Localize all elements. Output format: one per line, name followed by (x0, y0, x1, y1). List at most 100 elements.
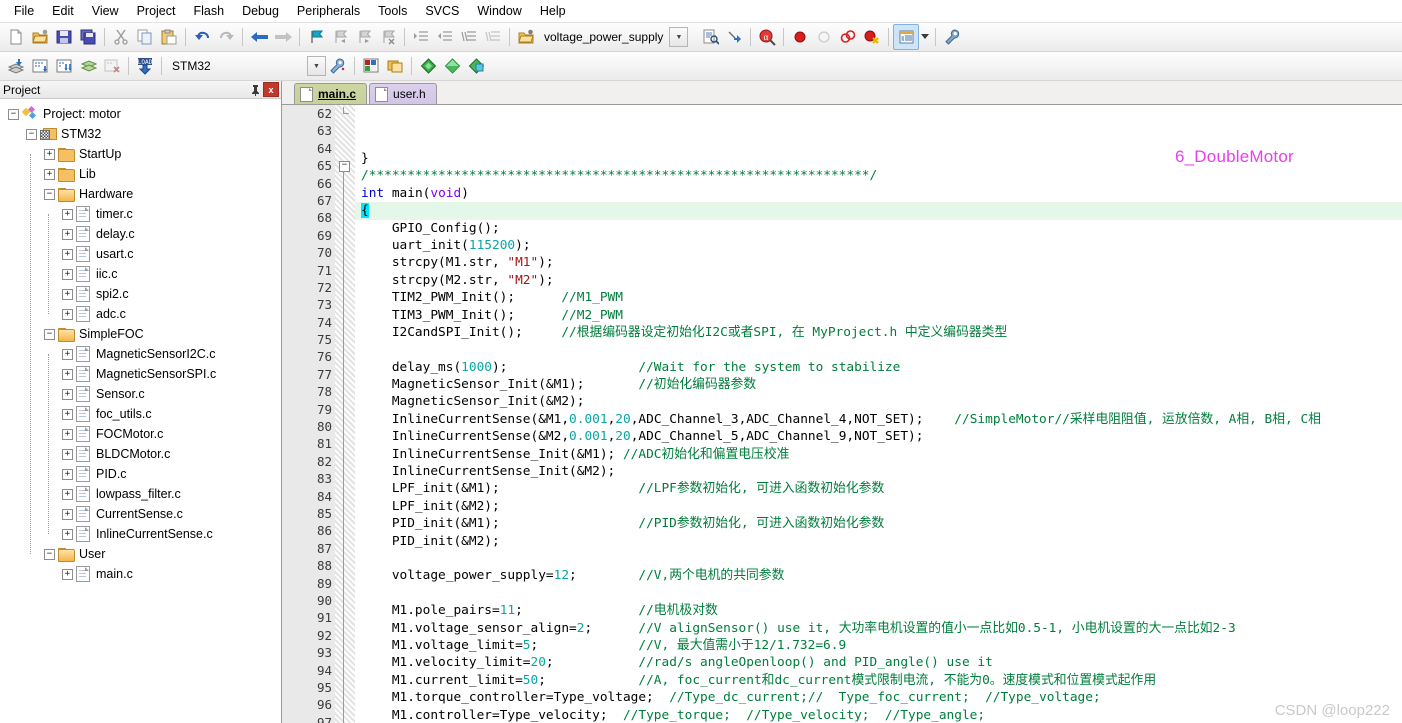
code-editor[interactable]: 6263646566676869707172737475767778798081… (282, 104, 1402, 723)
navigate-forward-icon[interactable] (271, 25, 295, 49)
expand-icon[interactable]: + (62, 369, 73, 380)
manage-components-icon[interactable] (359, 54, 383, 78)
code-line[interactable]: M1.voltage_sensor_align=2; //V alignSens… (355, 620, 1402, 637)
open-file-icon[interactable] (28, 25, 52, 49)
menu-edit[interactable]: Edit (43, 2, 83, 20)
configuration-wizard-icon[interactable] (940, 25, 964, 49)
code-line[interactable]: { (355, 202, 1402, 219)
copy-icon[interactable] (133, 25, 157, 49)
tree-item-startup[interactable]: +StartUp (0, 144, 281, 164)
code-line[interactable] (355, 550, 1402, 567)
tree-item-foc-utils-c[interactable]: +foc_utils.c (0, 404, 281, 424)
tree-item-sensor-c[interactable]: +Sensor.c (0, 384, 281, 404)
expand-icon[interactable]: + (62, 269, 73, 280)
menu-tools[interactable]: Tools (369, 2, 416, 20)
tree-item-main-c[interactable]: +main.c (0, 564, 281, 584)
tree-item-focmotor-c[interactable]: +FOCMotor.c (0, 424, 281, 444)
tree-item-spi2-c[interactable]: +spi2.c (0, 284, 281, 304)
tree-item-simplefoc[interactable]: −SimpleFOC (0, 324, 281, 344)
bookmark-clear-icon[interactable] (376, 25, 400, 49)
code-line[interactable]: M1.torque_controller=Type_voltage; //Typ… (355, 689, 1402, 706)
collapse-icon[interactable]: − (44, 549, 55, 560)
expand-icon[interactable]: + (62, 569, 73, 580)
code-line[interactable]: delay_ms(1000); //Wait for the system to… (355, 359, 1402, 376)
browse-symbol-icon[interactable]: α (755, 25, 779, 49)
uncomment-icon[interactable] (481, 25, 505, 49)
target-combo-arrow[interactable]: ▼ (307, 56, 326, 76)
tree-item-bldcmotor-c[interactable]: +BLDCMotor.c (0, 444, 281, 464)
expand-icon[interactable]: + (62, 349, 73, 360)
code-line[interactable] (355, 341, 1402, 358)
disable-all-breakpoints-icon[interactable] (860, 25, 884, 49)
editor-fold-column[interactable]: − (335, 105, 355, 723)
find-in-files-icon[interactable] (698, 25, 722, 49)
tab-main-c[interactable]: main.c (294, 83, 367, 104)
stop-build-icon[interactable] (100, 54, 124, 78)
tree-item-lowpass-filter-c[interactable]: +lowpass_filter.c (0, 484, 281, 504)
code-line[interactable]: strcpy(M2.str, "M2"); (355, 272, 1402, 289)
code-line[interactable]: int main(void) (355, 185, 1402, 202)
tree-item-lib[interactable]: +Lib (0, 164, 281, 184)
collapse-icon[interactable]: − (26, 129, 37, 140)
menu-project[interactable]: Project (128, 2, 185, 20)
outdent-icon[interactable] (433, 25, 457, 49)
tab-user-h[interactable]: user.h (369, 83, 437, 104)
tree-item-stm32[interactable]: −STM32 (0, 124, 281, 144)
code-line[interactable] (355, 585, 1402, 602)
expand-icon[interactable]: + (62, 509, 73, 520)
paste-icon[interactable] (157, 25, 181, 49)
expand-icon[interactable]: + (62, 469, 73, 480)
undo-icon[interactable] (190, 25, 214, 49)
bookmark-prev-icon[interactable] (328, 25, 352, 49)
disable-breakpoint-icon[interactable] (812, 25, 836, 49)
manage-runtime-icon[interactable] (416, 54, 440, 78)
expand-icon[interactable]: + (62, 529, 73, 540)
find-combo[interactable]: voltage_power_supply ▼ (538, 27, 698, 48)
menu-svcs[interactable]: SVCS (416, 2, 468, 20)
project-window-dropdown-icon[interactable] (919, 25, 931, 49)
tree-item-inlinecurrentsense-c[interactable]: +InlineCurrentSense.c (0, 524, 281, 544)
menu-view[interactable]: View (83, 2, 128, 20)
code-line[interactable]: M1.velocity_limit=20; //rad/s angleOpenl… (355, 654, 1402, 671)
tree-item-pid-c[interactable]: +PID.c (0, 464, 281, 484)
pin-icon[interactable] (248, 82, 263, 97)
expand-icon[interactable]: + (62, 489, 73, 500)
tree-item-project-motor[interactable]: −Project: motor (0, 104, 281, 124)
expand-icon[interactable]: + (62, 389, 73, 400)
indent-icon[interactable] (409, 25, 433, 49)
project-tree[interactable]: −Project: motor−STM32+StartUp+Lib−Hardwa… (0, 99, 281, 723)
code-line[interactable]: M1.voltage_limit=5; //V, 最大值需小于12/1.732=… (355, 637, 1402, 654)
menu-help[interactable]: Help (531, 2, 575, 20)
redo-icon[interactable] (214, 25, 238, 49)
code-line[interactable]: MagneticSensor_Init(&M1); //初始化编码器参数 (355, 376, 1402, 393)
code-line[interactable]: strcpy(M1.str, "M1"); (355, 254, 1402, 271)
expand-icon[interactable]: + (62, 229, 73, 240)
expand-icon[interactable]: + (62, 209, 73, 220)
rebuild-icon[interactable] (52, 54, 76, 78)
code-line[interactable]: InlineCurrentSense_Init(&M2); (355, 463, 1402, 480)
tree-item-user[interactable]: −User (0, 544, 281, 564)
project-window-icon[interactable] (893, 24, 919, 50)
expand-icon[interactable]: + (62, 449, 73, 460)
tree-item-currentsense-c[interactable]: +CurrentSense.c (0, 504, 281, 524)
tree-item-magneticsensori2c-c[interactable]: +MagneticSensorI2C.c (0, 344, 281, 364)
tree-item-magneticsensorspi-c[interactable]: +MagneticSensorSPI.c (0, 364, 281, 384)
goto-definition-icon[interactable] (722, 25, 746, 49)
navigate-back-icon[interactable] (247, 25, 271, 49)
expand-icon[interactable]: + (62, 249, 73, 260)
expand-icon[interactable]: + (62, 289, 73, 300)
tree-item-delay-c[interactable]: +delay.c (0, 224, 281, 244)
code-line[interactable]: PID_init(&M2); (355, 533, 1402, 550)
tree-item-iic-c[interactable]: +iic.c (0, 264, 281, 284)
expand-icon[interactable]: + (62, 309, 73, 320)
tree-item-usart-c[interactable]: +usart.c (0, 244, 281, 264)
tree-item-hardware[interactable]: −Hardware (0, 184, 281, 204)
download-icon[interactable]: LOAD (133, 54, 157, 78)
code-line[interactable]: M1.current_limit=50; //A, foc_current和dc… (355, 672, 1402, 689)
menu-flash[interactable]: Flash (184, 2, 233, 20)
bookmark-next-icon[interactable] (352, 25, 376, 49)
editor-code-text[interactable]: 6_DoubleMotor }/************************… (355, 105, 1402, 723)
code-line[interactable]: M1.pole_pairs=11; //电机极对数 (355, 602, 1402, 619)
pack-installer-icon[interactable] (440, 54, 464, 78)
collapse-icon[interactable]: − (44, 189, 55, 200)
